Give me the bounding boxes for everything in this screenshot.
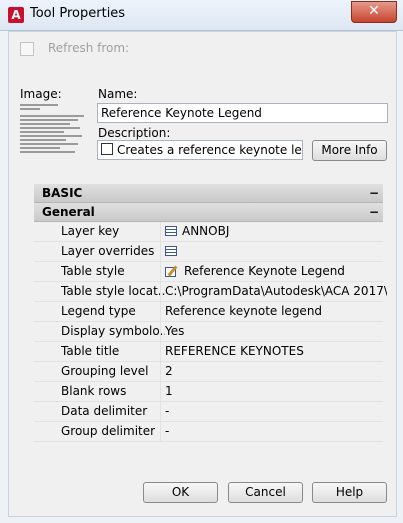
property-name: Blank rows bbox=[61, 384, 127, 398]
property-value[interactable]: - bbox=[160, 402, 387, 421]
refresh-checkbox[interactable] bbox=[20, 42, 34, 56]
category-general[interactable]: General − bbox=[34, 203, 383, 222]
property-name: Grouping level bbox=[61, 364, 149, 378]
more-info-button[interactable]: More Info bbox=[312, 140, 387, 161]
property-value[interactable]: Reference Keynote Legend bbox=[160, 262, 387, 281]
property-row-legend-type[interactable]: Legend type Reference keynote legend bbox=[34, 302, 383, 322]
property-value[interactable]: Reference keynote legend bbox=[160, 302, 387, 321]
window-title: Tool Properties bbox=[30, 6, 126, 21]
property-value[interactable]: 2 bbox=[160, 362, 387, 381]
property-row-layer-overrides[interactable]: Layer overrides bbox=[34, 242, 383, 262]
image-label: Image: bbox=[20, 87, 62, 101]
description-input[interactable]: Creates a reference keynote legend bbox=[97, 140, 303, 160]
property-name: Group delimiter bbox=[61, 424, 156, 438]
table-style-icon[interactable] bbox=[165, 265, 179, 277]
image-preview bbox=[20, 102, 90, 162]
property-name: Table style locat... bbox=[61, 284, 165, 298]
refresh-label: Refresh from: bbox=[48, 41, 130, 55]
table-icon[interactable] bbox=[165, 226, 177, 236]
property-row-table-style[interactable]: Table style Reference Keynote Legend bbox=[34, 262, 383, 282]
category-general-label: General bbox=[42, 205, 95, 219]
property-row-layer-key[interactable]: Layer key ANNOBJ bbox=[34, 222, 383, 242]
property-name: Layer overrides bbox=[61, 244, 155, 258]
close-button[interactable]: ✕ bbox=[351, 1, 397, 23]
cancel-button[interactable]: Cancel bbox=[228, 482, 303, 503]
category-basic-label: BASIC bbox=[42, 186, 83, 200]
collapse-basic-icon[interactable]: − bbox=[369, 184, 379, 202]
property-value[interactable]: C:\ProgramData\Autodesk\ACA 2017\enu\... bbox=[160, 282, 387, 301]
property-row-table-style-location[interactable]: Table style locat... C:\ProgramData\Autod… bbox=[34, 282, 387, 302]
property-row-group-delimiter[interactable]: Group delimiter - bbox=[34, 422, 383, 442]
property-value-text: ANNOBJ bbox=[182, 224, 230, 238]
property-name: Legend type bbox=[61, 304, 136, 318]
property-row-grouping-level[interactable]: Grouping level 2 bbox=[34, 362, 383, 382]
property-value[interactable]: Yes bbox=[160, 322, 387, 341]
property-name: Table title bbox=[61, 344, 120, 358]
property-name: Display symbolo... bbox=[61, 324, 165, 338]
name-label: Name: bbox=[98, 87, 138, 101]
property-row-data-delimiter[interactable]: Data delimiter - bbox=[34, 402, 383, 422]
property-name: Data delimiter bbox=[61, 404, 148, 418]
table-icon[interactable] bbox=[165, 246, 177, 256]
dialog-content: Refresh from: Image: Name: Reference Key… bbox=[8, 31, 397, 517]
property-value[interactable]: REFERENCE KEYNOTES bbox=[160, 342, 387, 361]
property-value[interactable]: ANNOBJ bbox=[160, 222, 387, 241]
property-row-display-symbology[interactable]: Display symbolo... Yes bbox=[34, 322, 383, 342]
property-row-blank-rows[interactable]: Blank rows 1 bbox=[34, 382, 383, 402]
title-bar: A Tool Properties ✕ bbox=[0, 0, 403, 31]
name-input[interactable]: Reference Keynote Legend bbox=[97, 103, 388, 123]
property-name: Layer key bbox=[61, 224, 120, 238]
autocad-app-icon: A bbox=[8, 7, 24, 23]
help-button[interactable]: Help bbox=[312, 482, 387, 503]
property-name: Table style bbox=[61, 264, 125, 278]
property-grid: BASIC − General − Layer key ANNOBJ Layer ov… bbox=[34, 184, 387, 442]
description-label: Description: bbox=[98, 126, 171, 140]
property-value[interactable] bbox=[160, 242, 387, 261]
edit-description-icon[interactable] bbox=[101, 143, 113, 155]
category-basic[interactable]: BASIC − bbox=[34, 184, 383, 203]
property-value-text: Reference Keynote Legend bbox=[184, 264, 345, 278]
property-value[interactable]: 1 bbox=[160, 382, 387, 401]
ok-button[interactable]: OK bbox=[143, 482, 218, 503]
property-value[interactable]: - bbox=[160, 422, 387, 441]
property-row-table-title[interactable]: Table title REFERENCE KEYNOTES bbox=[34, 342, 383, 362]
description-text: Creates a reference keynote legend bbox=[117, 143, 302, 157]
collapse-general-icon[interactable]: − bbox=[369, 203, 379, 221]
